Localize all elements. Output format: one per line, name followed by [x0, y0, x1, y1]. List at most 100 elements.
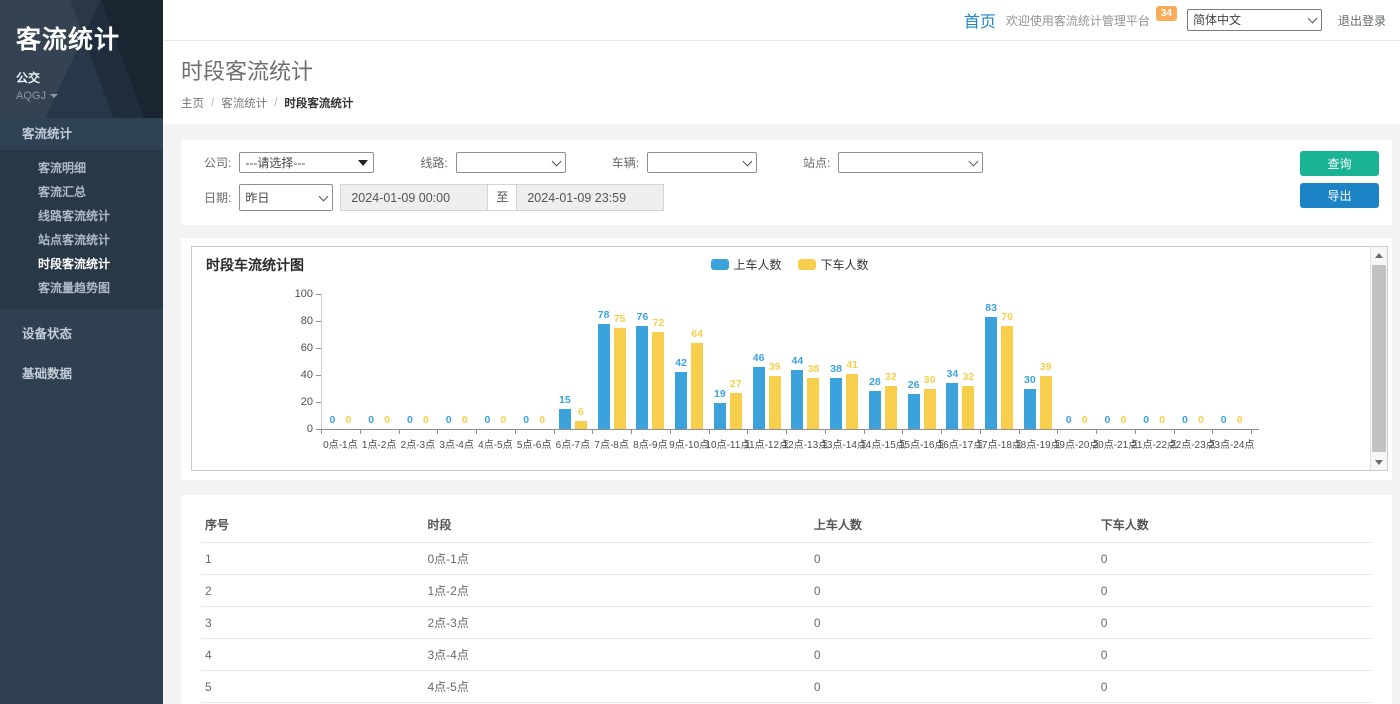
y-tick-mark [316, 402, 321, 403]
bar-boarding[interactable] [636, 326, 648, 429]
company-select[interactable]: ---请选择--- [239, 152, 374, 173]
station-select[interactable] [838, 152, 983, 173]
bar-boarding[interactable] [791, 370, 803, 429]
breadcrumb-separator: / [274, 97, 277, 109]
line-select[interactable] [456, 152, 566, 173]
date-preset-select[interactable]: 昨日 [239, 184, 333, 211]
bar-boarding[interactable] [753, 367, 765, 429]
bar-alighting[interactable] [807, 378, 819, 429]
sidebar-item[interactable]: 基础数据 [0, 358, 163, 390]
breadcrumb-home[interactable]: 主页 [181, 95, 204, 111]
org-code-dropdown[interactable]: AQGJ [16, 90, 147, 102]
bar-value-label: 46 [753, 352, 765, 364]
y-tick-mark [316, 294, 321, 295]
bar-alighting[interactable] [575, 421, 587, 429]
table-cell: 0 [810, 575, 1097, 607]
scroll-down-button[interactable] [1371, 454, 1387, 470]
filter-row-1: 公司: ---请选择--- 线路: 车辆: [204, 152, 1262, 173]
table-row: 43点-4点00 [201, 639, 1372, 671]
bar-alighting[interactable] [885, 386, 897, 429]
vehicle-select[interactable] [647, 152, 757, 173]
table-cell: 0 [810, 607, 1097, 639]
x-category-label: 9点-10点 [669, 436, 709, 451]
sidebar-item[interactable]: 站点客流统计 [0, 228, 163, 252]
sidebar-item[interactable]: 客流明细 [0, 156, 163, 180]
main-area: 首页 欢迎使用客流统计管理平台 34 简体中文 退出登录 时段客流统计 主页 /… [163, 0, 1400, 704]
welcome-text: 欢迎使用客流统计管理平台 [1006, 12, 1150, 29]
bar-alighting[interactable] [1001, 326, 1013, 429]
table-row: 54点-5点00 [201, 671, 1372, 703]
bar-alighting[interactable] [924, 389, 936, 430]
bar-value-label: 83 [985, 302, 997, 314]
table-cell: 0 [810, 543, 1097, 575]
bar-value-label: 0 [1198, 414, 1204, 426]
sidebar-bottom: 设备状态基础数据 [0, 318, 163, 390]
legend-label: 下车人数 [821, 256, 869, 273]
bar-value-label: 76 [637, 311, 649, 323]
bar-alighting[interactable] [614, 328, 626, 429]
bar-boarding[interactable] [1024, 389, 1036, 430]
legend-item[interactable]: 下车人数 [798, 256, 869, 273]
x-tick-mark [592, 429, 593, 434]
breadcrumb-section[interactable]: 客流统计 [221, 95, 267, 111]
breadcrumb-current: 时段客流统计 [284, 95, 353, 111]
breadcrumb: 主页 / 客流统计 / 时段客流统计 [181, 95, 1400, 111]
date-range: 至 [340, 184, 664, 211]
bar-value-label: 0 [384, 414, 390, 426]
sidebar-item[interactable]: 客流汇总 [0, 180, 163, 204]
notification-badge[interactable]: 34 [1156, 6, 1177, 21]
scroll-up-button[interactable] [1371, 247, 1387, 263]
language-select[interactable]: 简体中文 [1187, 9, 1322, 31]
bar-value-label: 38 [830, 363, 842, 375]
bar-boarding[interactable] [714, 403, 726, 429]
x-category-label: 23点-24点 [1209, 436, 1255, 451]
chart-title: 时段车流统计图 [206, 255, 304, 275]
bar-alighting[interactable] [769, 376, 781, 429]
bar-boarding[interactable] [946, 383, 958, 429]
bar-alighting[interactable] [846, 374, 858, 429]
legend-item[interactable]: 上车人数 [710, 256, 781, 273]
bar-boarding[interactable] [908, 394, 920, 429]
sidebar-group-passenger-stats[interactable]: 客流统计 [0, 118, 163, 150]
x-tick-mark [515, 429, 516, 434]
x-tick-mark [631, 429, 632, 434]
sidebar-item[interactable]: 设备状态 [0, 318, 163, 350]
y-tick-mark [316, 321, 321, 322]
sidebar-item[interactable]: 客流量趋势图 [0, 276, 163, 300]
x-category-label: 4点-5点 [478, 436, 512, 451]
chart-scrollbar[interactable] [1370, 247, 1387, 470]
bar-boarding[interactable] [869, 391, 881, 429]
date-from-input[interactable] [340, 184, 488, 211]
home-link[interactable]: 首页 [964, 8, 996, 32]
vehicle-label: 车辆: [612, 154, 639, 171]
x-category-label: 1点-2点 [362, 436, 396, 451]
logout-link[interactable]: 退出登录 [1338, 12, 1386, 29]
bar-boarding[interactable] [598, 324, 610, 429]
language-select-wrap: 简体中文 [1187, 9, 1322, 31]
bar-value-label: 39 [1040, 361, 1052, 373]
org-code-label: AQGJ [16, 90, 46, 102]
x-category-label: 6点-7点 [556, 436, 590, 451]
bar-value-label: 0 [1143, 414, 1149, 426]
bar-boarding[interactable] [675, 372, 687, 429]
bar-alighting[interactable] [1040, 376, 1052, 429]
sidebar-item[interactable]: 线路客流统计 [0, 204, 163, 228]
bar-alighting[interactable] [652, 332, 664, 429]
breadcrumb-separator: / [211, 97, 214, 109]
bar-alighting[interactable] [730, 393, 742, 429]
bar-value-label: 38 [808, 363, 820, 375]
bar-value-label: 64 [691, 328, 703, 340]
date-to-input[interactable] [516, 184, 664, 211]
y-tick-label: 20 [279, 396, 313, 408]
bar-alighting[interactable] [691, 343, 703, 429]
scrollbar-thumb[interactable] [1372, 265, 1386, 452]
table-panel: 序号时段上车人数下车人数 10点-1点0021点-2点0032点-3点0043点… [181, 495, 1392, 704]
bar-boarding[interactable] [830, 378, 842, 429]
export-button[interactable]: 导出 [1300, 183, 1379, 208]
sidebar: 客流统计 公交 AQGJ 客流统计 客流明细客流汇总线路客流统计站点客流统计时段… [0, 0, 163, 704]
bar-boarding[interactable] [559, 409, 571, 429]
query-button[interactable]: 查询 [1300, 151, 1379, 176]
sidebar-item[interactable]: 时段客流统计 [0, 252, 163, 276]
bar-alighting[interactable] [962, 386, 974, 429]
bar-boarding[interactable] [985, 317, 997, 429]
